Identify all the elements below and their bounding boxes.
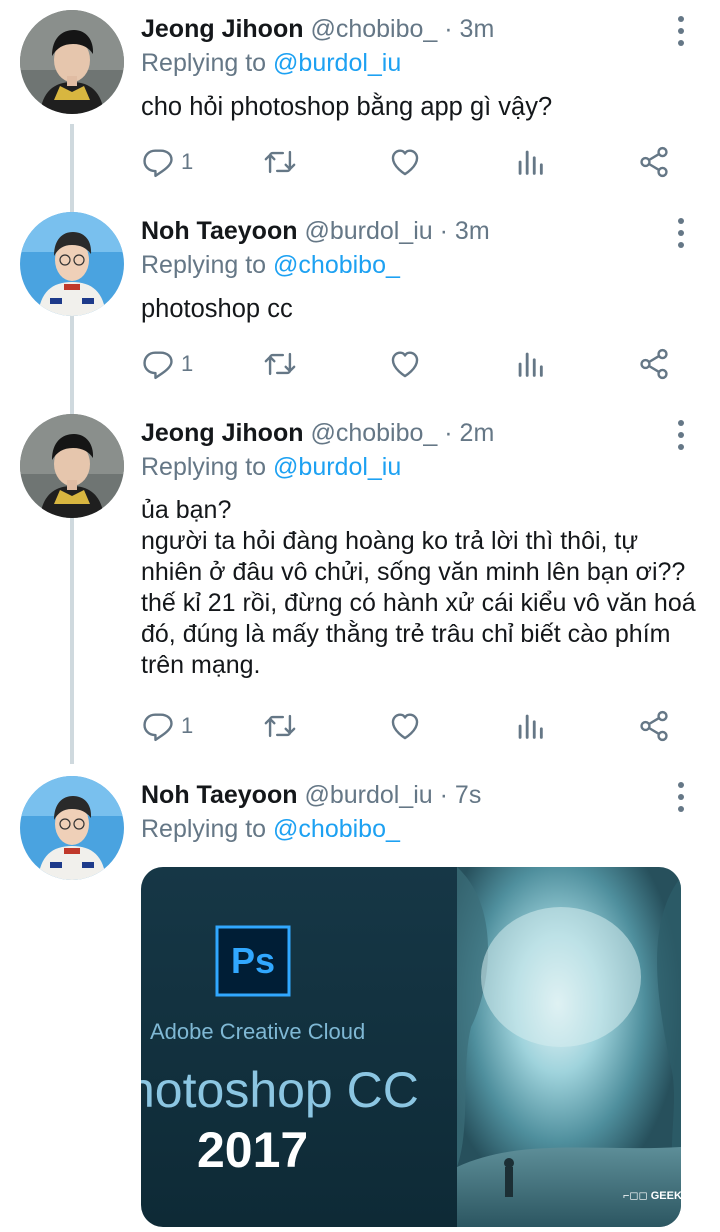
replying-prefix: Replying to xyxy=(141,251,267,279)
reply-button[interactable]: 1 xyxy=(141,346,193,382)
glasses-icon: ⌐◻◻ xyxy=(623,1190,648,1202)
watermark-text: ⌐◻◻ GEEK xyxy=(623,1189,681,1202)
tweet[interactable]: Jeong Jihoon @chobibo_ · 3m Replying to … xyxy=(0,0,720,200)
avatar-jeong-image xyxy=(20,414,124,518)
retweet-button[interactable] xyxy=(263,144,297,180)
replying-to: Replying to @chobibo_ xyxy=(141,814,400,844)
avatar[interactable] xyxy=(20,414,124,518)
year-text: 2017 xyxy=(197,1122,309,1178)
replying-to: Replying to @burdol_iu xyxy=(141,452,401,482)
like-button[interactable] xyxy=(388,346,422,382)
mention-link[interactable]: @burdol_iu xyxy=(273,453,401,481)
like-button[interactable] xyxy=(388,708,422,744)
share-button[interactable] xyxy=(637,346,671,382)
mention-link[interactable]: @chobibo_ xyxy=(273,251,400,279)
mention-link[interactable]: @burdol_iu xyxy=(273,49,401,77)
reply-count: 1 xyxy=(181,149,194,174)
like-button[interactable] xyxy=(388,144,422,180)
replying-prefix: Replying to xyxy=(141,815,267,843)
tweet-media-image[interactable]: Ps Adobe Creative Cloud hotoshop CC 2017… xyxy=(141,867,681,1227)
tweet-text: cho hỏi photoshop bằng app gì vậy? xyxy=(141,93,553,121)
avatar[interactable] xyxy=(20,10,124,114)
retweet-icon xyxy=(263,347,297,381)
retweet-button[interactable] xyxy=(263,346,297,382)
analytics-button[interactable] xyxy=(513,144,547,180)
tweet-header: Jeong Jihoon @chobibo_ · 2m xyxy=(141,418,494,448)
display-name[interactable]: Jeong Jihoon xyxy=(141,419,304,447)
share-icon xyxy=(637,709,671,743)
timestamp[interactable]: · 3m xyxy=(444,15,494,43)
user-handle[interactable]: @chobibo_ xyxy=(310,419,437,447)
display-name[interactable]: Noh Taeyoon xyxy=(141,781,297,809)
user-handle[interactable]: @burdol_iu xyxy=(304,781,432,809)
more-icon[interactable] xyxy=(676,218,686,248)
user-handle[interactable]: @chobibo_ xyxy=(310,15,437,43)
brand-text: Adobe Creative Cloud xyxy=(150,1019,366,1044)
share-button[interactable] xyxy=(637,144,671,180)
analytics-icon xyxy=(513,709,547,743)
like-icon xyxy=(388,347,422,381)
share-icon xyxy=(637,145,671,179)
analytics-button[interactable] xyxy=(513,708,547,744)
retweet-button[interactable] xyxy=(263,708,297,744)
reply-button[interactable]: 1 xyxy=(141,144,193,180)
analytics-icon xyxy=(513,145,547,179)
timestamp[interactable]: · 3m xyxy=(440,217,490,245)
replying-to: Replying to @burdol_iu xyxy=(141,48,401,78)
reply-icon xyxy=(141,145,175,179)
tweet[interactable]: Noh Taeyoon @burdol_iu · 3m Replying to … xyxy=(0,202,720,402)
analytics-icon xyxy=(513,347,547,381)
reply-count: 1 xyxy=(181,351,194,376)
replying-prefix: Replying to xyxy=(141,453,267,481)
avatar-noh-image xyxy=(20,776,124,880)
timestamp[interactable]: · 2m xyxy=(444,419,494,447)
reply-button[interactable]: 1 xyxy=(141,708,193,744)
tweet[interactable]: Noh Taeyoon @burdol_iu · 7s Replying to … xyxy=(0,766,720,1232)
reply-icon xyxy=(141,347,175,381)
more-icon[interactable] xyxy=(676,782,686,812)
more-icon[interactable] xyxy=(676,420,686,450)
replying-to: Replying to @chobibo_ xyxy=(141,250,400,280)
ps-logo-text: Ps xyxy=(230,940,276,981)
action-bar: 1 xyxy=(141,708,681,744)
user-handle[interactable]: @burdol_iu xyxy=(304,217,432,245)
avatar-jeong-image xyxy=(20,10,124,114)
avatar[interactable] xyxy=(20,212,124,316)
tweet-text: ủa bạn? người ta hỏi đàng hoàng ko trả l… xyxy=(141,496,696,679)
mention-link[interactable]: @chobibo_ xyxy=(273,815,400,843)
action-bar: 1 xyxy=(141,346,681,382)
share-icon xyxy=(637,347,671,381)
tweet-header: Jeong Jihoon @chobibo_ · 3m xyxy=(141,14,494,44)
action-bar: 1 xyxy=(141,144,681,180)
like-icon xyxy=(388,709,422,743)
reply-count: 1 xyxy=(181,713,194,738)
display-name[interactable]: Jeong Jihoon xyxy=(141,15,304,43)
tweet-text: photoshop cc xyxy=(141,295,293,323)
avatar[interactable] xyxy=(20,776,124,880)
avatar-noh-image xyxy=(20,212,124,316)
tweet-header: Noh Taeyoon @burdol_iu · 7s xyxy=(141,780,481,810)
product-text: hotoshop CC xyxy=(141,1062,419,1118)
timestamp[interactable]: · 7s xyxy=(440,781,482,809)
tweet-header: Noh Taeyoon @burdol_iu · 3m xyxy=(141,216,490,246)
replying-prefix: Replying to xyxy=(141,49,267,77)
retweet-icon xyxy=(263,709,297,743)
retweet-icon xyxy=(263,145,297,179)
reply-icon xyxy=(141,709,175,743)
more-icon[interactable] xyxy=(676,16,686,46)
tweet[interactable]: Jeong Jihoon @chobibo_ · 2m Replying to … xyxy=(0,404,720,764)
watermark-label: GEEK xyxy=(650,1190,681,1202)
share-button[interactable] xyxy=(637,708,671,744)
display-name[interactable]: Noh Taeyoon xyxy=(141,217,297,245)
like-icon xyxy=(388,145,422,179)
analytics-button[interactable] xyxy=(513,346,547,382)
